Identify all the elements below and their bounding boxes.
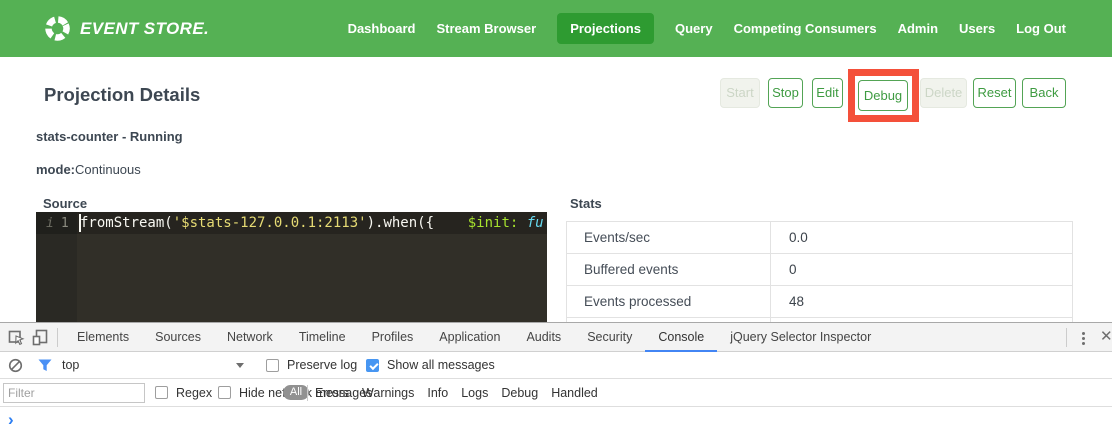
eventstore-logo[interactable]: EVENT STORE.	[44, 0, 209, 57]
regex-label[interactable]: Regex	[176, 379, 212, 407]
stat-label: Events processed	[567, 286, 771, 317]
edit-button[interactable]: Edit	[812, 78, 843, 108]
regex-checkbox[interactable]	[155, 386, 168, 399]
console-prompt-icon: ›	[8, 410, 14, 430]
table-row: Events processed 48	[567, 286, 1072, 318]
preserve-log-checkbox[interactable]	[266, 359, 279, 372]
stats-section-label: Stats	[570, 196, 602, 211]
nav-item-users[interactable]: Users	[959, 21, 995, 36]
console-toolbar: top Preserve log Show all messages	[0, 352, 1112, 379]
stat-label: Events/sec	[567, 222, 771, 253]
code-line-1: fromStream('$stats-127.0.0.1:2113').when…	[80, 212, 544, 234]
tab-sources[interactable]: Sources	[142, 323, 214, 352]
console-filter-row: Regex Hide network messages All Errors W…	[0, 379, 1112, 407]
table-row: Buffered events 0	[567, 254, 1072, 286]
stop-button[interactable]: Stop	[768, 78, 803, 108]
toolbar-divider	[57, 328, 58, 347]
preserve-log-label[interactable]: Preserve log	[287, 352, 357, 379]
reset-button[interactable]: Reset	[973, 78, 1016, 108]
devtools-close-icon[interactable]: ✕	[1100, 327, 1112, 345]
editor-text-cursor	[79, 214, 81, 232]
tab-jquery-selector-inspector[interactable]: jQuery Selector Inspector	[717, 323, 884, 352]
filter-input[interactable]	[3, 383, 145, 403]
tab-profiles[interactable]: Profiles	[359, 323, 427, 352]
stat-value: 0.0	[771, 222, 1072, 253]
code-segment: ).when({	[367, 215, 468, 231]
execution-context-selector[interactable]: top	[62, 352, 79, 379]
code-segment-property: $init:	[468, 215, 519, 231]
code-segment-string: '$stats-127.0.0.1:2113'	[173, 215, 367, 231]
nav-item-stream-browser[interactable]: Stream Browser	[436, 21, 536, 36]
tab-elements[interactable]: Elements	[64, 323, 142, 352]
editor-gutter-line1: i 1	[36, 212, 77, 234]
nav-item-dashboard[interactable]: Dashboard	[348, 21, 416, 36]
projection-name-status: stats-counter - Running	[36, 129, 183, 144]
devtools-panel: Elements Sources Network Timeline Profil…	[0, 322, 1112, 440]
stat-value: 0	[771, 254, 1072, 285]
devtools-tabs: Elements Sources Network Timeline Profil…	[64, 323, 884, 352]
nav-item-admin[interactable]: Admin	[898, 21, 938, 36]
source-section-label: Source	[43, 196, 87, 211]
show-all-messages-label[interactable]: Show all messages	[387, 352, 495, 379]
code-segment: fromStream(	[80, 215, 173, 231]
nav-item-projections[interactable]: Projections	[557, 13, 654, 44]
context-dropdown-arrow[interactable]	[236, 363, 244, 368]
gutter-info-marker: i	[46, 216, 54, 231]
eventstore-ring-icon	[44, 15, 71, 42]
projection-mode: mode:Continuous	[36, 162, 141, 177]
clear-console-icon[interactable]	[8, 358, 25, 375]
filter-info[interactable]: Info	[427, 379, 448, 407]
devtools-menu-icon[interactable]	[1082, 332, 1085, 335]
hide-network-messages-checkbox[interactable]	[218, 386, 231, 399]
source-code-editor[interactable]: i 1 fromStream('$stats-127.0.0.1:2113').…	[36, 212, 547, 322]
tab-application[interactable]: Application	[426, 323, 513, 352]
inspect-element-icon[interactable]	[8, 329, 25, 346]
mode-value: Continuous	[75, 162, 141, 177]
tab-timeline[interactable]: Timeline	[286, 323, 359, 352]
tab-security[interactable]: Security	[574, 323, 645, 352]
filter-debug[interactable]: Debug	[501, 379, 538, 407]
debug-button[interactable]: Debug	[858, 80, 908, 111]
code-segment-keyword: fu	[518, 215, 543, 231]
tab-console[interactable]: Console	[645, 323, 717, 352]
stat-label: Buffered events	[567, 254, 771, 285]
top-navbar: EVENT STORE. Dashboard Stream Browser Pr…	[0, 0, 1112, 57]
filter-handled[interactable]: Handled	[551, 379, 598, 407]
delete-button: Delete	[920, 78, 967, 108]
tab-audits[interactable]: Audits	[513, 323, 574, 352]
brand-text: EVENT STORE.	[80, 19, 209, 39]
page-title: Projection Details	[44, 84, 200, 106]
filter-logs[interactable]: Logs	[461, 379, 488, 407]
start-button: Start	[720, 78, 760, 108]
toolbar-divider	[1066, 328, 1067, 347]
filter-funnel-icon[interactable]	[38, 359, 55, 376]
filter-errors[interactable]: Errors	[315, 379, 349, 407]
console-level-filters: Errors Warnings Info Logs Debug Handled	[315, 379, 598, 407]
table-row: Events/sec 0.0	[567, 222, 1072, 254]
all-levels-badge[interactable]: All	[283, 385, 309, 400]
nav-item-log-out[interactable]: Log Out	[1016, 21, 1066, 36]
back-button[interactable]: Back	[1022, 78, 1066, 108]
devtools-tabbar: Elements Sources Network Timeline Profil…	[0, 323, 1112, 352]
stat-value: 48	[771, 286, 1072, 317]
level-divider	[307, 385, 308, 401]
gutter-line-number: 1	[61, 216, 69, 231]
filter-warnings[interactable]: Warnings	[362, 379, 414, 407]
console-input-area[interactable]: ›	[0, 407, 1112, 440]
nav-menu: Dashboard Stream Browser Projections Que…	[348, 0, 1066, 57]
device-toolbar-icon[interactable]	[32, 329, 49, 346]
mode-label: mode:	[36, 162, 75, 177]
tab-network[interactable]: Network	[214, 323, 286, 352]
nav-item-query[interactable]: Query	[675, 21, 713, 36]
nav-item-competing-consumers[interactable]: Competing Consumers	[734, 21, 877, 36]
show-all-messages-checkbox[interactable]	[366, 359, 379, 372]
screen: EVENT STORE. Dashboard Stream Browser Pr…	[0, 0, 1112, 440]
